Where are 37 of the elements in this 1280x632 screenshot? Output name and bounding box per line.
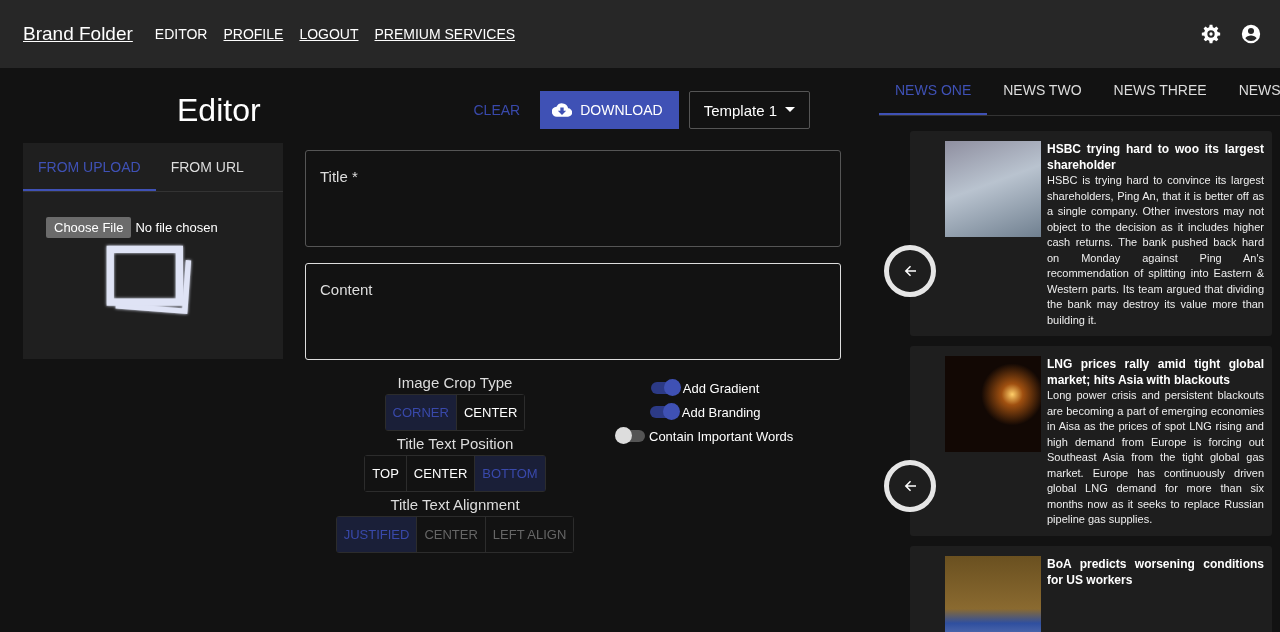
option-group-label: Title Text Alignment	[390, 496, 520, 513]
toggle-label: Add Branding	[681, 404, 761, 420]
news-tab[interactable]: NEWS	[1222, 68, 1280, 115]
upload-tab[interactable]: FROM URL	[155, 143, 259, 191]
toggle-label: Add Gradient	[682, 380, 760, 396]
news-title: HSBC trying hard to woo its largest shareholder	[1047, 141, 1264, 173]
option-group-label: Title Text Position	[396, 435, 514, 452]
file-status: No file chosen	[135, 220, 218, 235]
toggle-switch[interactable]	[649, 406, 678, 418]
toggle-switch[interactable]	[617, 430, 645, 442]
option-group-label: Image Crop Type	[397, 374, 513, 391]
cloud-download-icon	[552, 100, 573, 120]
toggle-switch[interactable]	[650, 382, 679, 394]
option-button[interactable]: CENTER	[455, 395, 525, 430]
news-title: LNG prices rally amid tight global market; hits Asia with blackouts	[1047, 356, 1264, 388]
text-field[interactable]: Content	[305, 263, 841, 360]
news-tab[interactable]: NEWS TWO	[987, 68, 1098, 115]
caret-icon	[785, 107, 795, 113]
news-title: BoA predicts worsening conditions for US workers	[1047, 555, 1264, 588]
nav-link[interactable]: EDITOR	[154, 26, 208, 42]
text-field[interactable]: Title *	[305, 150, 841, 247]
page-heading: Editor	[176, 92, 261, 129]
news-tab[interactable]: NEWS THREE	[1097, 68, 1223, 115]
choose-file-button[interactable]: Choose File	[46, 217, 132, 238]
nav-link[interactable]: PROFILE	[223, 26, 284, 42]
brand-link[interactable]: Brand Folder	[23, 23, 133, 45]
back-arrow-button[interactable]	[884, 245, 936, 297]
nav-link[interactable]: PREMIUM SERVICES	[374, 26, 516, 42]
account-icon[interactable]	[1240, 23, 1262, 45]
news-body: Long power crisis and persistent blackouts are becoming a part of emerging economies in Aisa as the prices of spot LNG rising and high demand from Europe is forcing out Southeast Asia from the tight global gas market. Europe has continuously driven global LNG demand for more than six months now as it seeks to replace Russian pipeline gas supplies.	[1047, 388, 1264, 527]
download-button[interactable]: DOWNLOAD	[540, 91, 679, 129]
nav-link[interactable]: LOGOUT	[299, 26, 359, 42]
back-arrow-button[interactable]	[884, 460, 936, 512]
template-dropdown[interactable]: Template 1	[688, 91, 810, 129]
settings-icon[interactable]	[1200, 23, 1222, 45]
news-body: HSBC is trying hard to convince its largest shareholders, Ping An, that it is better off as a single company. Other investors may not object to the decision as it includes higher cash returns. The bank pushed back hard on Monday against Ping An's recommendation of splitting into Eastern & Western parts. Its team argued that dividing the bank may destroy its value more than building it.	[1047, 173, 1264, 328]
toggle-label: Contain Important Words	[649, 428, 794, 444]
